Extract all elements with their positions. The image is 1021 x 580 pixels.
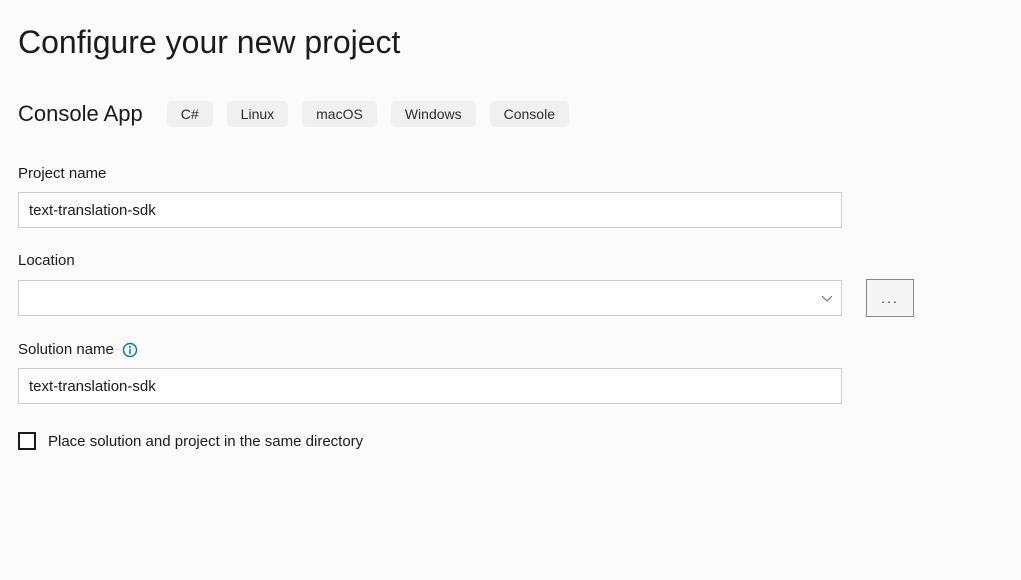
page-title: Configure your new project xyxy=(18,24,1003,61)
project-name-input[interactable] xyxy=(18,192,842,228)
project-name-label: Project name xyxy=(18,165,1003,182)
same-directory-checkbox[interactable] xyxy=(18,432,36,450)
tag-csharp: C# xyxy=(167,101,213,127)
tag-linux: Linux xyxy=(227,101,288,127)
location-input[interactable] xyxy=(18,280,842,316)
tag-macos: macOS xyxy=(302,101,377,127)
tag-windows: Windows xyxy=(391,101,476,127)
browse-button[interactable]: ... xyxy=(866,279,914,317)
solution-name-label: Solution name xyxy=(18,341,114,358)
location-group: Location ... xyxy=(18,252,1003,317)
same-directory-label[interactable]: Place solution and project in the same d… xyxy=(48,433,363,450)
same-directory-row: Place solution and project in the same d… xyxy=(18,432,1003,450)
location-label: Location xyxy=(18,252,1003,269)
tag-console: Console xyxy=(490,101,569,127)
template-row: Console App C# Linux macOS Windows Conso… xyxy=(18,101,1003,127)
template-name: Console App xyxy=(18,101,143,127)
project-name-group: Project name xyxy=(18,165,1003,228)
solution-name-group: Solution name xyxy=(18,341,1003,404)
info-icon[interactable] xyxy=(122,342,138,358)
solution-name-input[interactable] xyxy=(18,368,842,404)
